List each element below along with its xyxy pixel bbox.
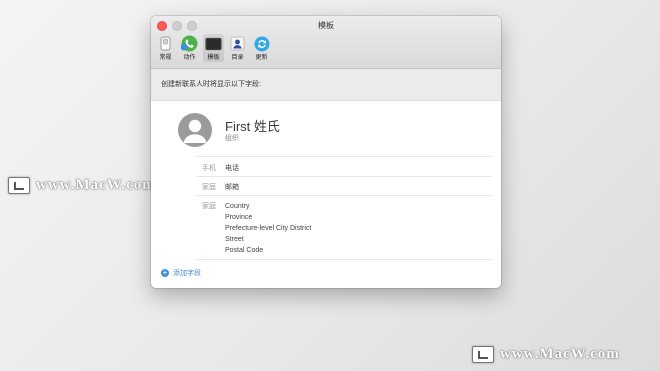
tab-general[interactable]: 常规 [155,34,176,62]
field-label[interactable]: 家庭 [202,201,216,211]
address-country: Country [225,203,250,210]
template-icon [205,35,222,52]
tab-template[interactable]: 模板 [203,34,224,62]
watermark: www.MacW.com [472,346,620,363]
watermark: www.MacW.com [8,177,156,194]
field-label[interactable]: 家庭 [202,182,216,192]
toolbar: 常规 动作 模板 目录 更新 [155,34,272,62]
address-street: Street [225,236,244,243]
preferences-window: 模板 常规 动作 模板 目录 更新 创建新联系人时将显示以下字段: First … [151,16,501,288]
divider [197,259,491,260]
field-label[interactable]: 手机 [202,163,216,173]
tab-label: 常规 [159,55,172,61]
monitor-icon [8,177,30,194]
tab-actions[interactable]: 动作 [179,34,200,62]
address-postal-code: Postal Code [225,247,264,254]
address-province: Province [225,214,253,221]
field-value: 邮箱 [225,184,239,191]
switch-icon [157,35,174,52]
add-field-button[interactable]: + 添加字段 [161,268,201,278]
divider [197,176,491,177]
title-bar: 模板 常规 动作 模板 目录 更新 [151,16,501,69]
tab-label: 动作 [183,55,196,61]
phone-icon [181,35,198,52]
field-value: 电话 [225,165,239,172]
tab-label: 目录 [231,55,244,61]
tab-update[interactable]: 更新 [251,34,272,62]
tab-directory[interactable]: 目录 [227,34,248,62]
sync-icon [253,35,270,52]
watermark-text: www.MacW.com [500,346,620,362]
plus-icon: + [161,268,169,277]
address-city-district: Prefecture-level City District [225,225,312,232]
watermark-text: www.MacW.com [36,177,156,193]
person-silhouette-icon [183,119,207,143]
divider [197,156,491,157]
directory-icon [229,35,246,52]
divider [197,195,491,196]
avatar[interactable] [178,113,212,147]
add-field-label: 添加字段 [173,270,201,277]
contact-organization[interactable]: 组织 [225,133,239,143]
monitor-icon [472,346,494,363]
template-description: 创建新联系人时将显示以下字段: [151,69,501,101]
tab-label: 模板 [207,55,220,61]
window-title: 模板 [318,21,334,30]
tab-label: 更新 [255,55,268,61]
address-lines: Country Province Prefecture-level City D… [225,201,311,256]
